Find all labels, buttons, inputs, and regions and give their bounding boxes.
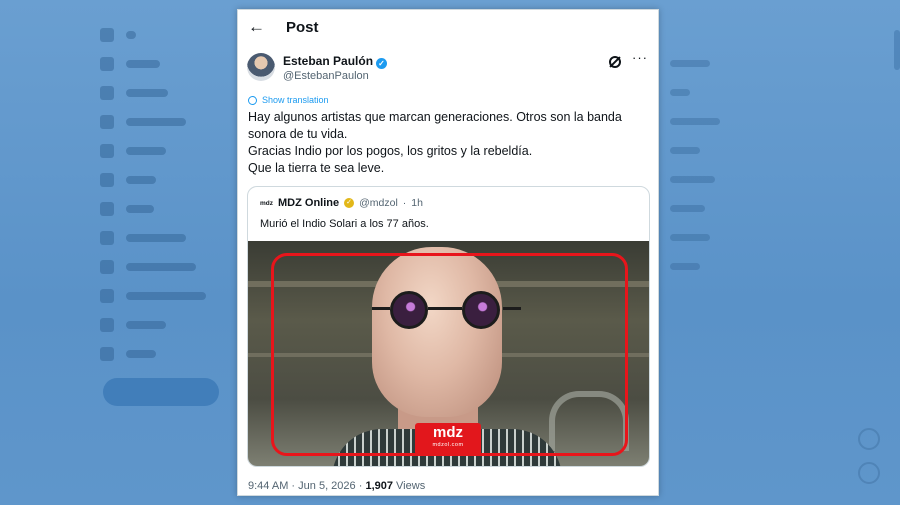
arrow-left-icon[interactable]: ← (248, 17, 286, 37)
avatar[interactable] (247, 53, 275, 81)
post-card: ← Post Esteban Paulón ✓ @EstebanPaulon ··… (237, 9, 659, 496)
grok-icon[interactable] (609, 56, 621, 68)
author-name[interactable]: Esteban Paulón ✓ (283, 54, 388, 69)
mdz-logo-badge: mdz mdzol.com (415, 423, 481, 455)
gold-verified-icon: ✓ (344, 198, 355, 208)
post-text-line: sonora de tu vida. (248, 127, 348, 141)
views-label: Views (396, 480, 426, 492)
translate-icon (248, 95, 257, 105)
post-text-line: Que la tierra te sea leve. (248, 161, 385, 175)
more-options-icon[interactable]: ··· (632, 50, 648, 65)
separator-dot: · (402, 197, 407, 209)
post-meta: 9:44 AM · Jun 5, 2026 · 1,907 Views (248, 480, 426, 492)
quoted-author-name[interactable]: MDZ Online (278, 197, 339, 209)
quoted-post-image[interactable]: mdz mdzol.com (248, 241, 649, 466)
author-row: Esteban Paulón ✓ @EstebanPaulon ··· (247, 50, 648, 87)
quoted-author-handle[interactable]: @mdzol (359, 197, 398, 209)
post-date[interactable]: Jun 5, 2026 (298, 480, 356, 492)
background-right-column (670, 60, 730, 292)
author-handle[interactable]: @EstebanPaulon (283, 70, 369, 82)
quoted-post[interactable]: mdz MDZ Online ✓ @mdzol · 1h Murió el In… (247, 186, 650, 467)
quoted-post-time[interactable]: 1h (411, 197, 423, 209)
quoted-post-text: Murió el Indio Solari a los 77 años. (260, 218, 429, 230)
show-translation-link[interactable]: Show translation (248, 95, 329, 105)
verified-badge-icon: ✓ (376, 58, 388, 69)
background-post-button (103, 378, 219, 406)
post-header: ← Post (238, 10, 658, 44)
views-count: 1,907 (365, 480, 393, 492)
page-title: Post (286, 18, 319, 36)
post-text-line: Gracias Indio por los pogos, los gritos … (248, 144, 533, 158)
quoted-avatar[interactable]: mdz (260, 200, 273, 207)
post-text-line: Hay algunos artistas que marcan generaci… (248, 110, 622, 124)
quoted-post-header: mdz MDZ Online ✓ @mdzol · 1h (260, 197, 423, 209)
background-icon (858, 428, 880, 450)
post-time[interactable]: 9:44 AM (248, 480, 288, 492)
post-text: Hay algunos artistas que marcan generaci… (248, 109, 648, 177)
background-icon (858, 462, 880, 484)
background-sidebar (100, 20, 230, 368)
background-scrollbar (894, 30, 900, 70)
